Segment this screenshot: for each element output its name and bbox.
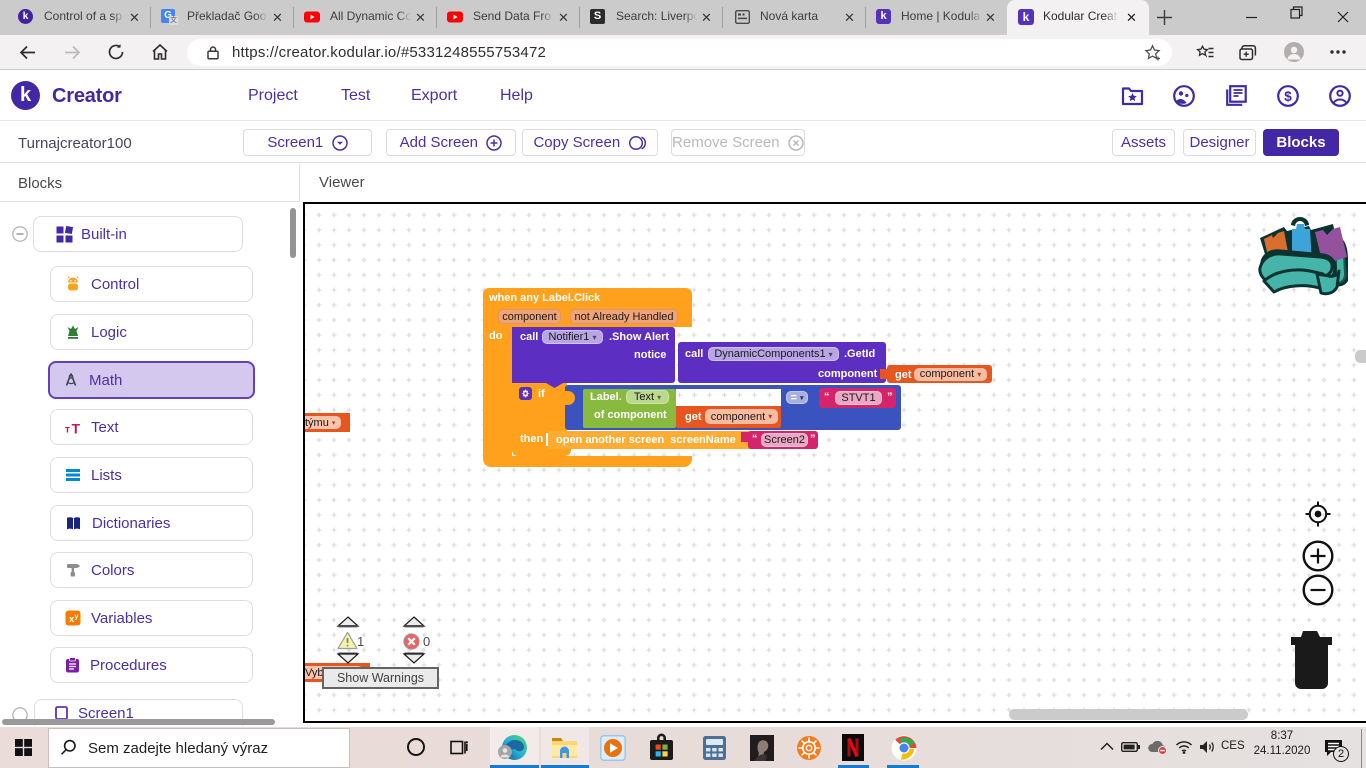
svg-text:y: y: [75, 614, 79, 621]
svg-text:T: T: [72, 420, 81, 435]
svg-text:т: т: [65, 424, 70, 435]
svg-text:$: $: [1284, 89, 1292, 104]
